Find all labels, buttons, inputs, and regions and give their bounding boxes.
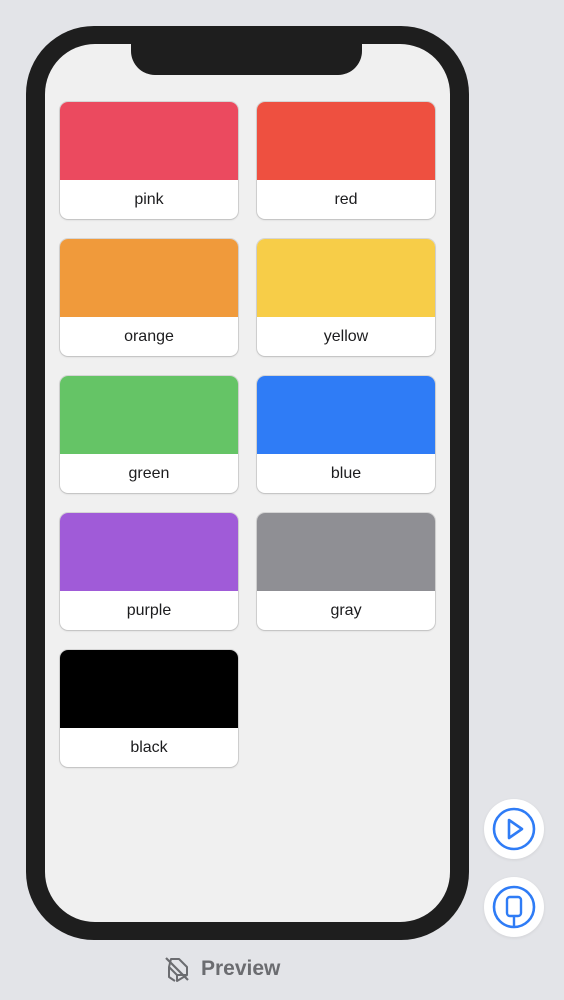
preview-status[interactable]: Preview — [163, 954, 280, 984]
device-notch — [131, 44, 362, 75]
color-label: pink — [134, 191, 164, 208]
color-swatch — [257, 513, 435, 591]
device-frame: pink red orange yellow green blue purple… — [26, 26, 469, 940]
color-swatch — [60, 376, 238, 454]
device-icon — [492, 885, 536, 929]
color-label: yellow — [323, 328, 369, 345]
color-card-gray[interactable]: gray — [257, 513, 435, 630]
color-swatch — [257, 239, 435, 317]
canvas: pink red orange yellow green blue purple… — [0, 0, 564, 1000]
color-swatch — [60, 102, 238, 180]
live-preview-button[interactable] — [484, 799, 544, 859]
color-card-red[interactable]: red — [257, 102, 435, 219]
color-swatch — [60, 513, 238, 591]
preview-paused-icon — [165, 957, 189, 982]
color-card-black[interactable]: black — [60, 650, 238, 767]
device-screen: pink red orange yellow green blue purple… — [45, 44, 450, 922]
color-label: green — [128, 465, 170, 482]
color-card-blue[interactable]: blue — [257, 376, 435, 493]
play-circle-icon — [492, 807, 536, 851]
color-label: gray — [330, 602, 362, 619]
color-label: black — [130, 739, 168, 756]
color-label: red — [334, 191, 358, 208]
color-card-yellow[interactable]: yellow — [257, 239, 435, 356]
color-card-orange[interactable]: orange — [60, 239, 238, 356]
color-label: orange — [124, 328, 174, 345]
color-label: purple — [126, 602, 172, 619]
color-swatch — [257, 376, 435, 454]
device-settings-button[interactable] — [484, 877, 544, 937]
color-grid: pink red orange yellow green blue purple… — [60, 102, 435, 767]
color-label: blue — [330, 465, 362, 482]
color-card-green[interactable]: green — [60, 376, 238, 493]
color-swatch — [257, 102, 435, 180]
color-card-purple[interactable]: purple — [60, 513, 238, 630]
color-card-pink[interactable]: pink — [60, 102, 238, 219]
color-swatch — [60, 239, 238, 317]
preview-label: Preview — [201, 957, 281, 980]
color-swatch — [60, 650, 238, 728]
